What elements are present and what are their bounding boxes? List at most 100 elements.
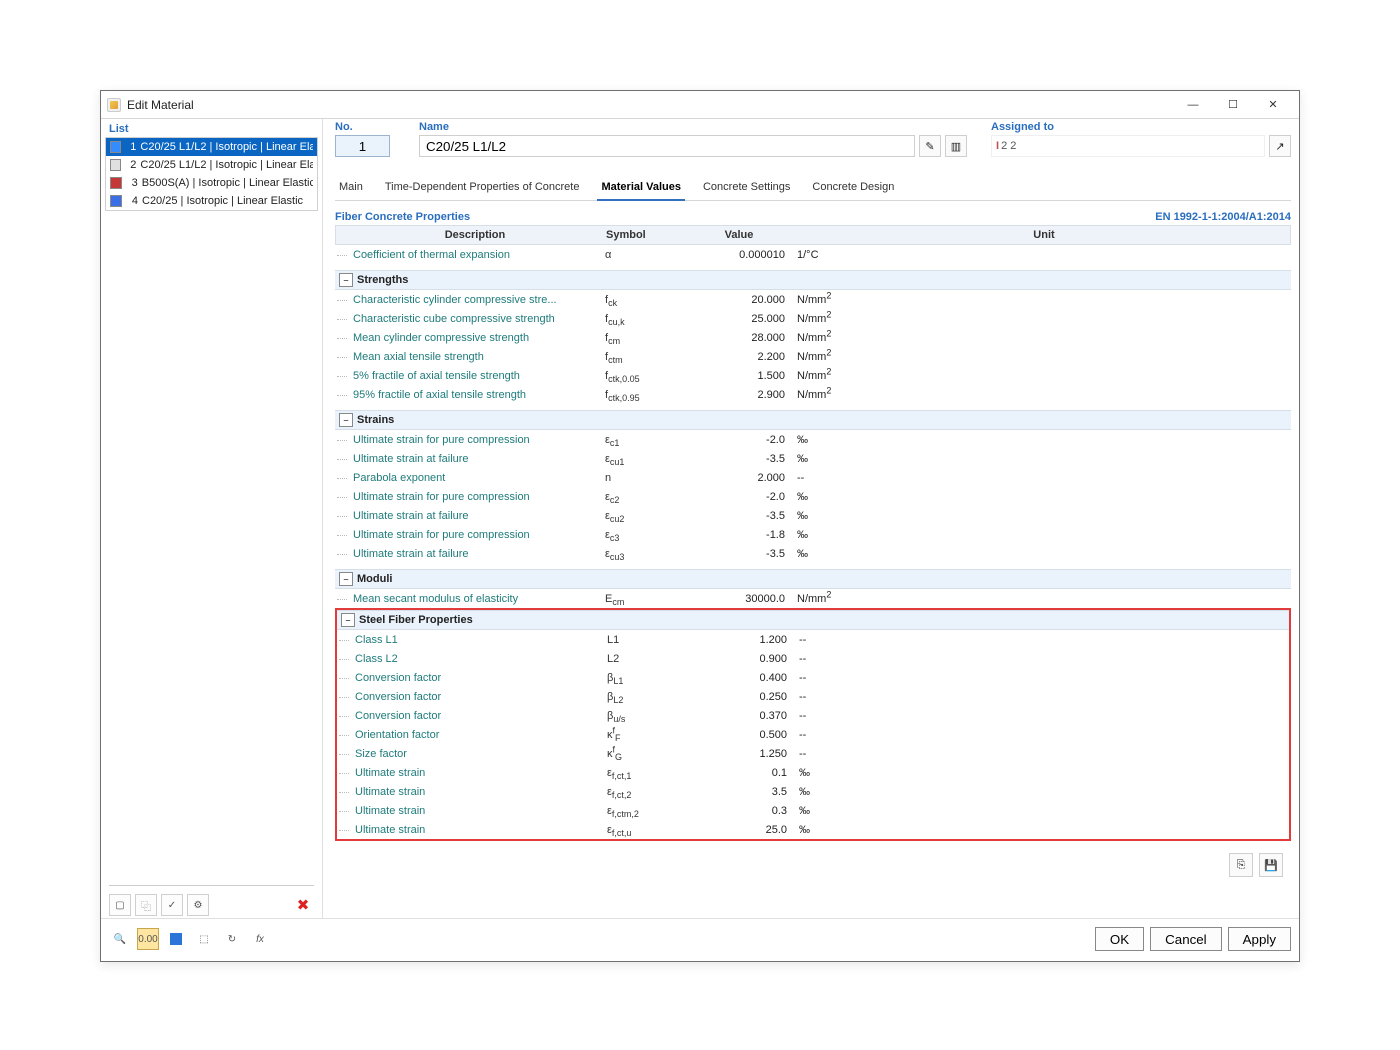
cell-value[interactable]: -2.0 [691,491,791,503]
list-item[interactable]: 2C20/25 L1/L2 | Isotropic | Linear Elast… [106,156,317,174]
ui-icon[interactable]: ⬚ [193,928,215,950]
cell-value[interactable]: 0.400 [693,672,793,684]
cell-value[interactable]: 0.250 [693,691,793,703]
list-item[interactable]: 1C20/25 L1/L2 | Isotropic | Linear Elast… [106,138,317,156]
no-input[interactable] [335,135,390,157]
collapse-icon[interactable]: – [339,273,353,287]
table-row[interactable]: Mean axial tensile strengthfctm2.200N/mm… [335,347,1291,366]
assigned-pick-icon[interactable]: ↗ [1269,135,1291,157]
table-row[interactable]: Parabola exponentn2.000-- [335,468,1291,487]
table-row[interactable]: Characteristic cylinder compressive stre… [335,290,1291,309]
material-list[interactable]: 1C20/25 L1/L2 | Isotropic | Linear Elast… [105,137,318,211]
cell-value[interactable]: -3.5 [691,548,791,560]
export-icon[interactable]: ⎘ [1229,853,1253,877]
table-row[interactable]: Ultimate strain at failureεcu3-3.5‰ [335,544,1291,563]
delete-item-icon[interactable]: ✖ [292,894,314,916]
group-header[interactable]: –Strengths [335,270,1291,290]
table-row[interactable]: Ultimate strain for pure compressionεc3-… [335,525,1291,544]
table-row[interactable]: 95% fractile of axial tensile strengthfc… [335,385,1291,404]
name-input[interactable] [419,135,915,157]
collapse-icon[interactable]: – [341,613,355,627]
refresh-icon[interactable]: ↻ [221,928,243,950]
cell-value[interactable]: 2.900 [691,389,791,401]
new-item-icon[interactable]: ▢ [109,894,131,916]
settings-item-icon[interactable]: ⚙ [187,894,209,916]
table-row[interactable]: Orientation factorκfF0.500-- [337,725,1289,744]
cell-value[interactable]: 0.900 [693,653,793,665]
name-lib-icon[interactable]: ▥ [945,135,967,157]
cell-value[interactable]: 25.0 [693,824,793,836]
cell-unit: N/mm2 [791,593,1291,605]
table-row[interactable]: Conversion factorβu/s0.370-- [337,706,1289,725]
table-row[interactable]: Ultimate strainεf,ct,10.1‰ [337,763,1289,782]
cell-value[interactable]: -3.5 [691,453,791,465]
list-item[interactable]: 4C20/25 | Isotropic | Linear Elastic [106,192,317,210]
cell-value[interactable]: 1.250 [693,748,793,760]
table-row[interactable]: Conversion factorβL10.400-- [337,668,1289,687]
cell-description: Ultimate strain [337,786,607,798]
name-edit-icon[interactable]: ✎ [919,135,941,157]
cell-value[interactable]: -3.5 [691,510,791,522]
group-header[interactable]: –Strains [335,410,1291,430]
cell-value[interactable]: 0.500 [693,729,793,741]
tab[interactable]: Time-Dependent Properties of Concrete [381,175,584,200]
collapse-icon[interactable]: – [339,413,353,427]
cell-value[interactable]: 0.1 [693,767,793,779]
fx-icon[interactable]: fx [249,928,271,950]
tab[interactable]: Concrete Design [808,175,898,200]
cell-value[interactable]: 30000.0 [691,593,791,605]
cell-value[interactable]: 3.5 [693,786,793,798]
cell-value[interactable]: 1.500 [691,370,791,382]
cell-description: Mean secant modulus of elasticity [335,593,605,605]
units-icon[interactable]: 0.00 [137,928,159,950]
table-row[interactable]: Size factorκfG1.250-- [337,744,1289,763]
table-row[interactable]: 5% fractile of axial tensile strengthfct… [335,366,1291,385]
cell-value[interactable]: 25.000 [691,313,791,325]
table-row[interactable]: Mean secant modulus of elasticityEcm3000… [335,589,1291,608]
group-header[interactable]: –Moduli [335,569,1291,589]
cell-unit: N/mm2 [791,294,1291,306]
table-row[interactable]: Coefficient of thermal expansion α 0.000… [335,245,1291,264]
group-header[interactable]: –Steel Fiber Properties [337,610,1289,630]
table-row[interactable]: Class L2L20.900-- [337,649,1289,668]
cell-value[interactable]: 0.3 [693,805,793,817]
tab[interactable]: Material Values [597,175,685,201]
cell-value[interactable]: 1.200 [693,634,793,646]
check-item-icon[interactable]: ✓ [161,894,183,916]
duplicate-item-icon[interactable]: ⿻ [135,894,157,916]
tab[interactable]: Main [335,175,367,200]
ok-button[interactable]: OK [1095,927,1144,951]
cell-symbol: L2 [607,653,693,665]
cell-value[interactable]: 0.000010 [691,249,791,261]
cell-value[interactable]: 2.200 [691,351,791,363]
table-row[interactable]: Ultimate strain at failureεcu1-3.5‰ [335,449,1291,468]
save-icon[interactable]: 💾 [1259,853,1283,877]
table-row[interactable]: Conversion factorβL20.250-- [337,687,1289,706]
table-row[interactable]: Mean cylinder compressive strengthfcm28.… [335,328,1291,347]
cell-value[interactable]: 0.370 [693,710,793,722]
cell-value[interactable]: -1.8 [691,529,791,541]
table-row[interactable]: Class L1L11.200-- [337,630,1289,649]
cell-value[interactable]: -2.0 [691,434,791,446]
close-button[interactable]: ✕ [1253,94,1293,116]
table-row[interactable]: Characteristic cube compressive strength… [335,309,1291,328]
info-icon[interactable]: 🔍 [109,928,131,950]
cell-value[interactable]: 28.000 [691,332,791,344]
table-row[interactable]: Ultimate strain for pure compressionεc1-… [335,430,1291,449]
cell-value[interactable]: 2.000 [691,472,791,484]
cell-unit: ‰ [791,510,1291,522]
color-icon[interactable] [165,928,187,950]
tab[interactable]: Concrete Settings [699,175,794,200]
collapse-icon[interactable]: – [339,572,353,586]
table-row[interactable]: Ultimate strainεf,ct,23.5‰ [337,782,1289,801]
list-item[interactable]: 3B500S(A) | Isotropic | Linear Elastic [106,174,317,192]
cancel-button[interactable]: Cancel [1150,927,1222,951]
apply-button[interactable]: Apply [1228,927,1291,951]
minimize-button[interactable]: — [1173,94,1213,116]
cell-value[interactable]: 20.000 [691,294,791,306]
table-row[interactable]: Ultimate strain for pure compressionεc2-… [335,487,1291,506]
table-row[interactable]: Ultimate strainεf,ct,u25.0‰ [337,820,1289,839]
table-row[interactable]: Ultimate strain at failureεcu2-3.5‰ [335,506,1291,525]
maximize-button[interactable]: ☐ [1213,94,1253,116]
table-row[interactable]: Ultimate strainεf,ctm,20.3‰ [337,801,1289,820]
